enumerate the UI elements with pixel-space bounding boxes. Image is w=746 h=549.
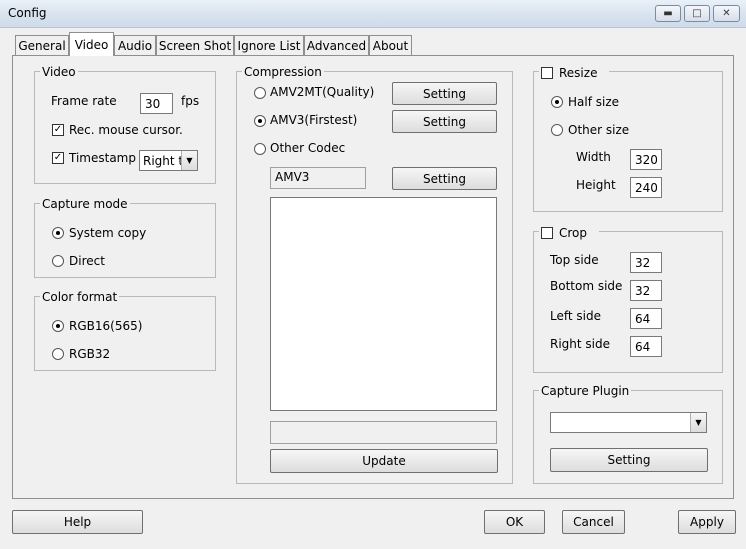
direct-radio[interactable] (52, 255, 64, 267)
radio-dot-icon (56, 231, 60, 235)
resize-group (533, 71, 723, 212)
cancel-button[interactable]: Cancel (562, 510, 625, 534)
checkmark-icon: ✓ (53, 152, 63, 163)
codec-setting-button[interactable]: Setting (392, 167, 497, 190)
radio-dot-icon (258, 119, 262, 123)
maximize-icon: □ (692, 7, 702, 19)
codec-status-field (270, 421, 497, 444)
rgb32-radio[interactable] (52, 348, 64, 360)
tab-about[interactable]: About (369, 35, 412, 55)
other-codec-radio[interactable] (254, 143, 266, 155)
half-size-label: Half size (568, 95, 620, 109)
right-side-input[interactable] (630, 336, 662, 357)
minimize-button[interactable]: ▬ (655, 5, 681, 22)
other-size-label: Other size (568, 123, 630, 137)
rgb32-label: RGB32 (69, 347, 111, 361)
amv2mt-setting-button[interactable]: Setting (392, 82, 497, 105)
resize-checkbox[interactable] (541, 67, 553, 79)
top-side-input[interactable] (630, 252, 662, 273)
timestamp-checkbox[interactable]: ✓ (52, 152, 64, 164)
compression-legend: Compression (242, 65, 324, 79)
tab-ignore-list[interactable]: Ignore List (234, 35, 304, 55)
left-side-input[interactable] (630, 308, 662, 329)
frame-rate-input[interactable] (140, 93, 173, 114)
crop-legend: Crop (559, 226, 588, 240)
tab-audio[interactable]: Audio (114, 35, 156, 55)
chevron-down-icon: ▼ (181, 151, 197, 170)
close-icon: ✕ (722, 7, 731, 19)
amv3-label: AMV3(Firstest) (270, 113, 358, 127)
rec-mouse-checkbox[interactable]: ✓ (52, 124, 64, 136)
close-button[interactable]: ✕ (713, 5, 740, 22)
direct-label: Direct (69, 254, 105, 268)
left-side-label: Left side (550, 309, 601, 323)
chevron-down-icon: ▼ (690, 413, 706, 432)
capture-mode-legend: Capture mode (40, 197, 130, 211)
bottom-side-input[interactable] (630, 280, 662, 301)
update-button[interactable]: Update (270, 449, 498, 473)
right-side-label: Right side (550, 337, 610, 351)
capture-plugin-legend: Capture Plugin (539, 384, 632, 398)
ok-button[interactable]: OK (484, 510, 545, 534)
rgb16-label: RGB16(565) (69, 319, 143, 333)
amv2mt-label: AMV2MT(Quality) (270, 85, 375, 99)
radio-dot-icon (56, 324, 60, 328)
height-input[interactable] (630, 177, 662, 198)
width-input[interactable] (630, 149, 662, 170)
other-codec-label: Other Codec (270, 141, 346, 155)
title-bar[interactable] (0, 0, 746, 28)
top-side-label: Top side (550, 253, 599, 267)
capture-mode-group (34, 203, 216, 278)
capture-plugin-setting-button[interactable]: Setting (550, 448, 708, 472)
radio-dot-icon (555, 100, 559, 104)
other-size-radio[interactable] (551, 124, 563, 136)
system-copy-label: System copy (69, 226, 147, 240)
color-format-group (34, 296, 216, 371)
apply-button[interactable]: Apply (678, 510, 736, 534)
tab-advanced[interactable]: Advanced (304, 35, 369, 55)
bottom-side-label: Bottom side (550, 279, 623, 293)
timestamp-label: Timestamp (69, 151, 136, 165)
color-format-legend: Color format (40, 290, 120, 304)
system-copy-radio[interactable] (52, 227, 64, 239)
minimize-icon: ▬ (663, 7, 673, 19)
resize-legend: Resize (559, 66, 598, 80)
fps-label: fps (181, 94, 200, 108)
width-label: Width (576, 150, 611, 164)
checkmark-icon: ✓ (53, 124, 63, 135)
timestamp-position-select[interactable]: Right to ▼ (139, 150, 198, 171)
capture-plugin-select[interactable]: ▼ (550, 412, 707, 433)
timestamp-position-value: Right to (143, 153, 181, 168)
height-label: Height (576, 178, 616, 192)
video-legend: Video (40, 65, 78, 79)
rec-mouse-label: Rec. mouse cursor. (69, 123, 183, 137)
amv2mt-radio[interactable] (254, 87, 266, 99)
amv3-radio[interactable] (254, 115, 266, 127)
half-size-radio[interactable] (551, 96, 563, 108)
codec-name-field: AMV3 (270, 167, 366, 189)
rgb16-radio[interactable] (52, 320, 64, 332)
frame-rate-label: Frame rate (51, 94, 117, 108)
crop-checkbox[interactable] (541, 227, 553, 239)
help-button[interactable]: Help (12, 510, 143, 534)
tab-video[interactable]: Video (69, 32, 114, 56)
amv3-setting-button[interactable]: Setting (392, 110, 497, 133)
maximize-button[interactable]: □ (684, 5, 710, 22)
codec-list[interactable] (270, 197, 497, 411)
window-title: Config (8, 6, 47, 20)
tab-screen-shot[interactable]: Screen Shot (156, 35, 234, 55)
tab-general[interactable]: General (15, 35, 69, 55)
